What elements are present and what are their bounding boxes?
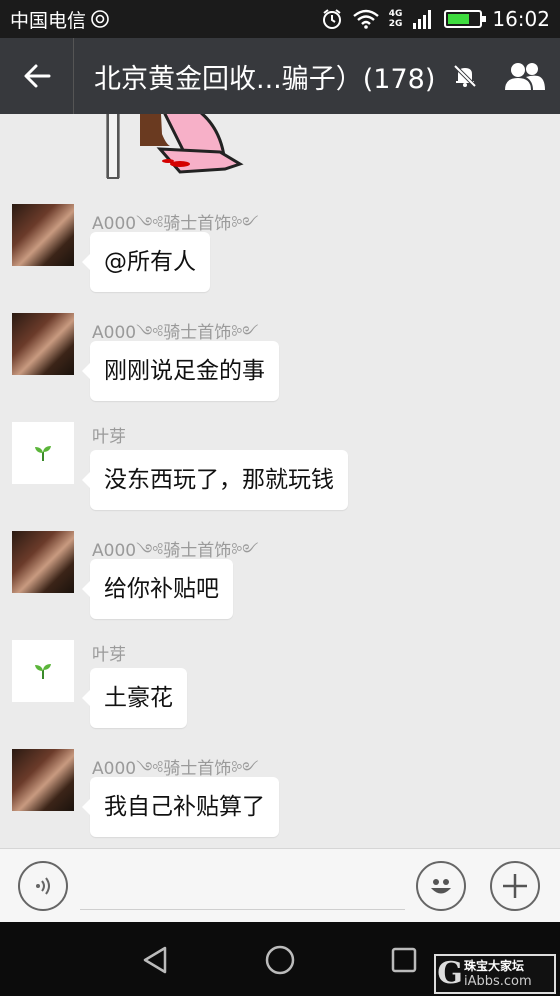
carrier-group: 中国电信 xyxy=(10,6,110,33)
sender-name: 叶芽 xyxy=(92,645,126,665)
network-top: 4G xyxy=(388,9,403,19)
sprout-icon xyxy=(35,664,51,679)
smiley-face-icon xyxy=(431,879,451,894)
voice-wave-icon xyxy=(36,877,50,895)
message-text-input[interactable] xyxy=(80,909,405,910)
signal-icon xyxy=(413,10,432,29)
watermark-site: iAbbs.com xyxy=(464,974,532,989)
chat-message-list[interactable]: A000༺骑士首饰༻ @所有人 A000༺骑士首饰༻ 刚刚说足金的事 叶芽 没东… xyxy=(0,114,560,848)
message-input-bar xyxy=(0,848,560,922)
bell-muted-icon xyxy=(453,64,477,88)
message-bubble[interactable]: 土豪花 xyxy=(82,668,187,728)
watermark-text: 珠宝大家坛 iAbbs.com xyxy=(464,958,532,990)
sprout-icon xyxy=(35,446,51,461)
photo-avatar[interactable] xyxy=(12,313,74,375)
plus-icon xyxy=(503,874,527,898)
system-navigation-bar: G 珠宝大家坛 iAbbs.com xyxy=(0,922,560,996)
network-bottom: 2G xyxy=(388,19,403,29)
message-bubble[interactable]: 给你补贴吧 xyxy=(82,559,233,619)
status-time: 16:02 xyxy=(492,7,550,31)
status-bar: 中国电信 4G 2G 16:02 xyxy=(0,0,560,38)
photo-avatar[interactable] xyxy=(12,749,74,811)
message-bubble[interactable]: 刚刚说足金的事 xyxy=(82,341,279,401)
message-bubble[interactable]: 我自己补贴算了 xyxy=(82,777,279,837)
message-bubble[interactable]: @所有人 xyxy=(82,232,210,292)
wifi-icon xyxy=(352,9,379,29)
alarm-clock-icon xyxy=(322,9,341,29)
nav-recent-apps-button[interactable] xyxy=(384,940,424,980)
more-options-button[interactable] xyxy=(490,861,540,911)
message-bubble[interactable]: 没东西玩了，那就玩钱 xyxy=(82,450,348,510)
triangle-back-icon xyxy=(143,946,167,974)
voice-input-button[interactable] xyxy=(18,861,68,911)
sprout-avatar[interactable] xyxy=(12,640,74,702)
back-arrow-icon xyxy=(24,64,50,88)
nav-back-button[interactable] xyxy=(135,940,175,980)
mute-notifications-button[interactable] xyxy=(440,38,490,114)
chat-header: 北京黄金回收...骗子）(178) xyxy=(0,38,560,114)
group-people-icon xyxy=(505,63,545,90)
watermark-name: 珠宝大家坛 xyxy=(464,959,525,973)
chat-title: 北京黄金回收...骗子）(178) xyxy=(94,63,436,95)
sender-name: 叶芽 xyxy=(92,427,126,447)
at-sign-icon xyxy=(91,10,109,28)
network-type: 4G 2G xyxy=(389,9,403,29)
emoji-button[interactable] xyxy=(416,861,466,911)
photo-avatar[interactable] xyxy=(12,531,74,593)
status-icons: 4G 2G 16:02 xyxy=(321,7,550,31)
carrier-name: 中国电信 xyxy=(10,9,87,32)
battery-icon xyxy=(444,10,487,28)
photo-avatar[interactable] xyxy=(12,204,74,266)
group-members-button[interactable] xyxy=(490,38,560,114)
circle-home-icon xyxy=(265,945,295,975)
square-recents-icon xyxy=(391,947,417,973)
back-button[interactable] xyxy=(0,38,74,114)
watermark-letter: G xyxy=(437,956,463,991)
site-watermark: G 珠宝大家坛 iAbbs.com xyxy=(434,954,556,994)
sprout-avatar[interactable] xyxy=(12,422,74,484)
nav-home-button[interactable] xyxy=(260,940,300,980)
